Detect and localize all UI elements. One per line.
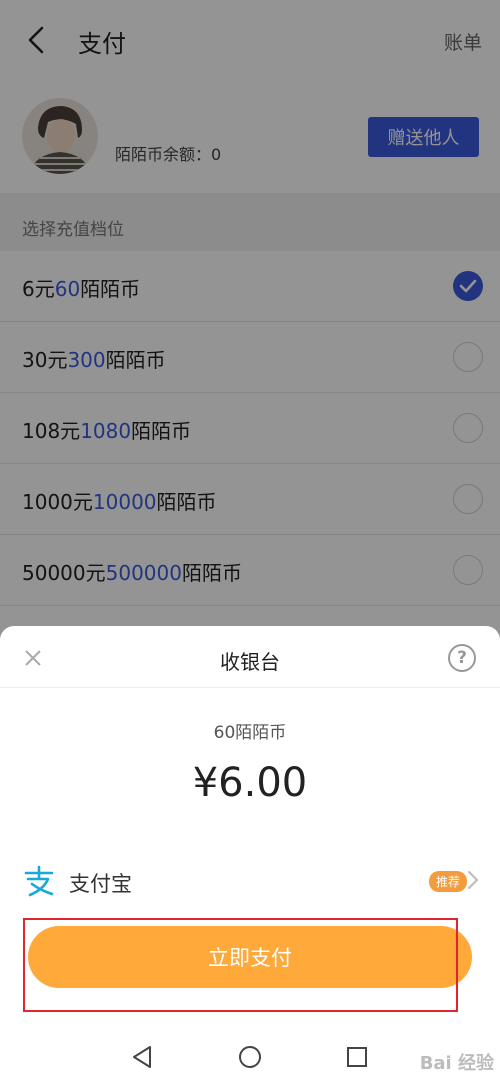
annotation-highlight-box <box>23 918 458 1012</box>
chevron-right-icon <box>468 871 478 889</box>
nav-recent-icon[interactable] <box>344 1044 370 1070</box>
nav-back-icon[interactable] <box>130 1044 156 1070</box>
payment-method-row[interactable]: 支付宝 推荐 <box>0 854 500 910</box>
product-name: 60陌陌币 <box>213 723 287 743</box>
alipay-icon <box>24 865 54 897</box>
recommend-badge: 推荐 <box>429 871 468 892</box>
cashier-title: 收银台 <box>220 650 280 674</box>
help-icon[interactable]: ? <box>448 644 476 672</box>
payment-amount: ¥6.00 <box>192 760 308 806</box>
nav-home-icon[interactable] <box>237 1044 263 1070</box>
watermark: Bai 经验 <box>419 1053 494 1074</box>
payment-page: 支付 账单 陌陌币余额：0 赠送他人 选择充值档位 6元60陌陌币 30元300… <box>0 0 500 1083</box>
cashier-header: 收银台 ? <box>0 626 500 688</box>
payment-method-name: 支付宝 <box>69 872 132 896</box>
